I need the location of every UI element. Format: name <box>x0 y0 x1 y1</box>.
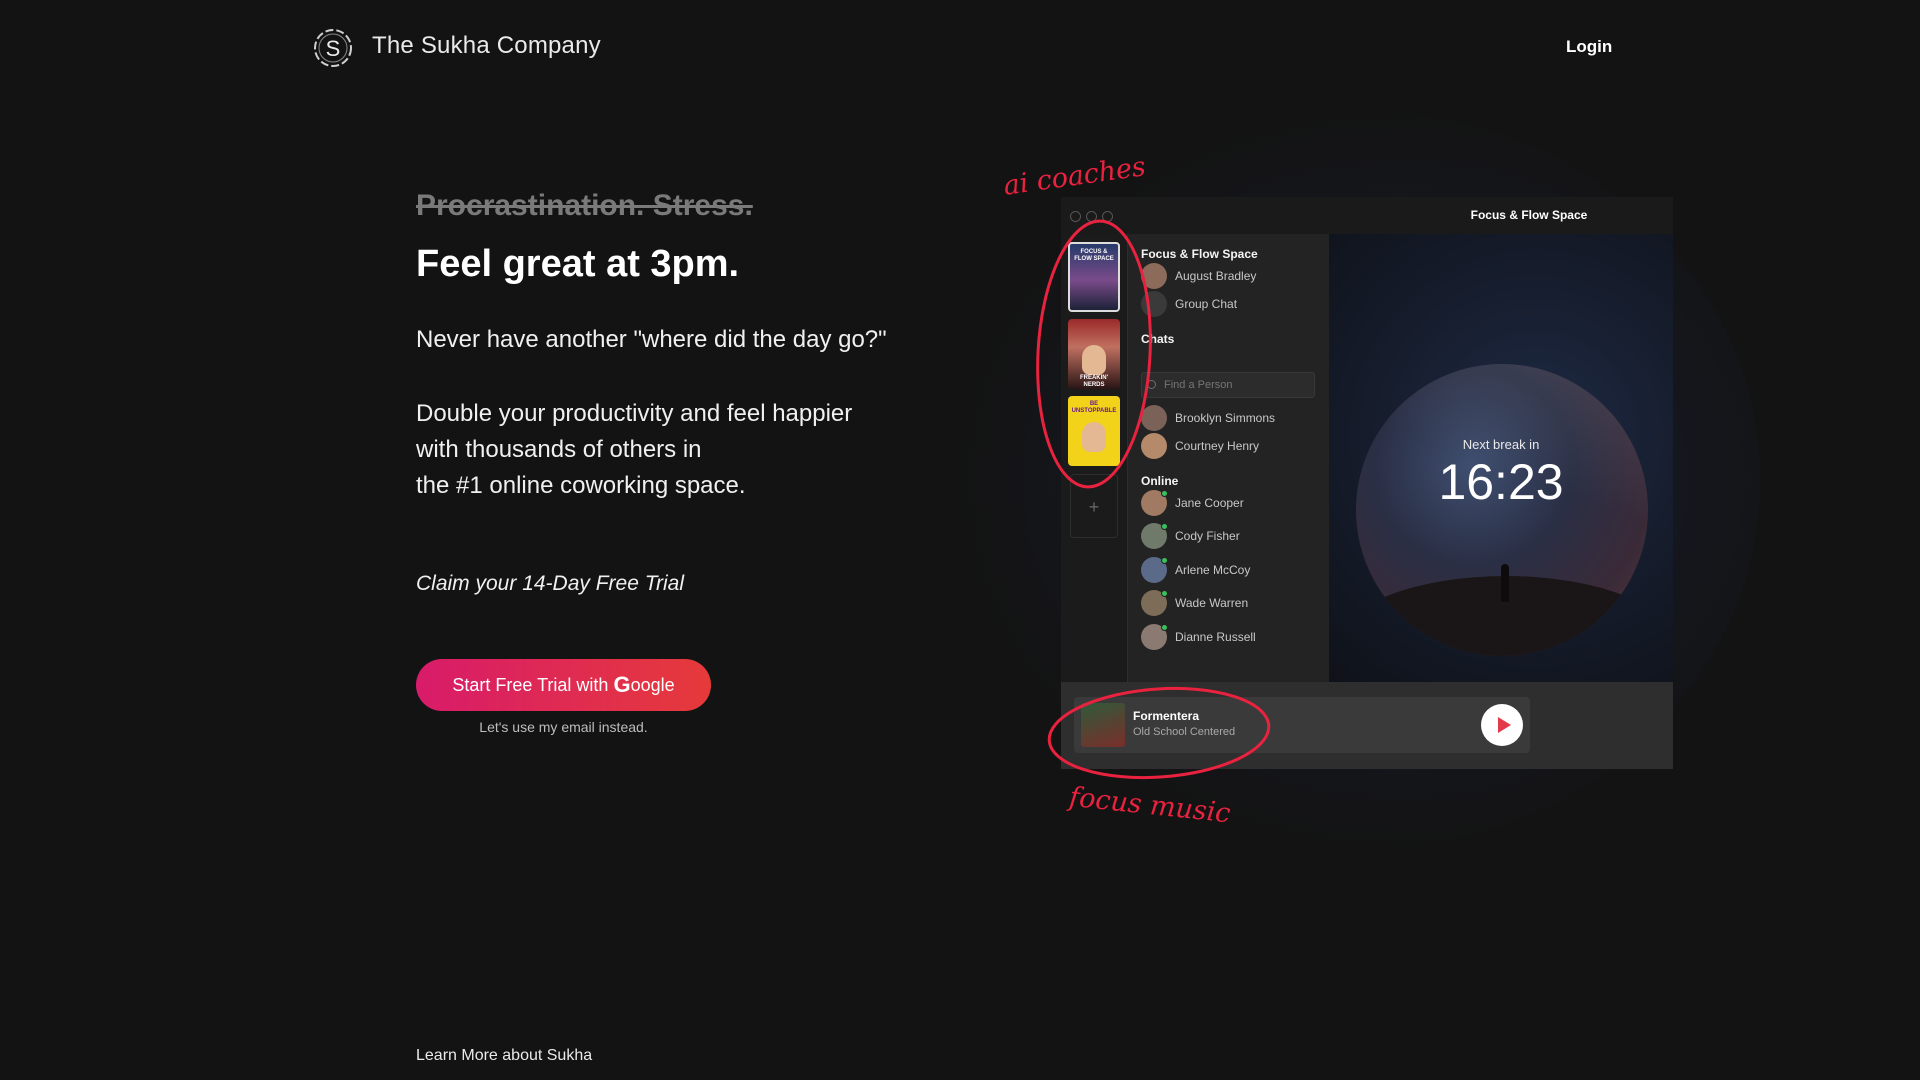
online-status-icon <box>1161 523 1168 530</box>
trial-claim-text: Claim your 14-Day Free Trial <box>416 572 685 595</box>
chat-item[interactable]: Brooklyn Simmons <box>1141 404 1275 432</box>
play-button[interactable] <box>1481 704 1523 746</box>
coach-rail: FOCUS & FLOW SPACE FREAKIN' NERDS BE UNS… <box>1061 234 1127 682</box>
add-space-button[interactable]: + <box>1070 474 1118 538</box>
next-break-label: Next break in <box>1462 437 1540 452</box>
svg-text:S: S <box>326 36 341 61</box>
online-status-icon <box>1161 590 1168 597</box>
person-silhouette <box>1501 564 1509 602</box>
person-name: Group Chat <box>1175 297 1238 311</box>
avatar <box>1141 405 1167 431</box>
focus-stage: Next break in 16:23 <box>1329 234 1673 682</box>
online-user[interactable]: Wade Warren <box>1141 589 1248 617</box>
hero-subheading: Never have another "where did the day go… <box>416 326 887 353</box>
online-user[interactable]: Jane Cooper <box>1141 489 1244 517</box>
avatar <box>1141 263 1167 289</box>
avatar <box>1141 557 1168 583</box>
hero-body-line: with thousands of others in <box>416 436 702 463</box>
space-item-group-chat[interactable]: Group Chat <box>1141 290 1237 318</box>
coach-face-image <box>1082 345 1106 375</box>
music-player-card: Formentera Old School Centered <box>1074 697 1530 753</box>
coach-thumb-label: FREAKIN' NERDS <box>1079 375 1109 388</box>
online-user[interactable]: Cody Fisher <box>1141 522 1240 550</box>
person-name: Dianne Russell <box>1175 630 1256 644</box>
mockup-window-title: Focus & Flow Space <box>1470 208 1588 222</box>
person-name: Cody Fisher <box>1175 529 1240 543</box>
online-section-title: Online <box>1141 474 1179 488</box>
learn-more-link[interactable]: Learn More about Sukha <box>416 1047 592 1065</box>
music-player-bar: Formentera Old School Centered <box>1061 682 1673 769</box>
person-name: Wade Warren <box>1175 596 1249 610</box>
coach-thumb-focus-flow[interactable]: FOCUS & FLOW SPACE <box>1068 242 1120 312</box>
coach-thumb-label: FOCUS & FLOW SPACE <box>1074 249 1114 262</box>
online-status-icon <box>1161 557 1168 564</box>
chat-bubble-icon <box>1141 291 1167 317</box>
online-user[interactable]: Dianne Russell <box>1141 623 1256 651</box>
cta-suffix: oogle <box>630 674 675 695</box>
person-name: August Bradley <box>1175 269 1257 283</box>
window-dot-icon <box>1086 211 1097 222</box>
window-dot-icon <box>1102 211 1113 222</box>
coach-thumb-be-unstoppable[interactable]: BE UNSTOPPABLE <box>1068 396 1120 466</box>
cta-prefix: Start Free Trial with <box>452 674 609 695</box>
person-name: Brooklyn Simmons <box>1175 411 1276 425</box>
start-trial-google-button[interactable]: Start Free Trial with Google <box>416 659 711 711</box>
space-item-august-bradley[interactable]: August Bradley <box>1141 262 1256 290</box>
break-countdown: 16:23 <box>1438 454 1564 510</box>
member-list-panel: Focus & Flow Space August Bradley Group … <box>1127 234 1329 682</box>
window-dot-icon <box>1070 211 1081 222</box>
track-title: Formentera <box>1133 709 1200 723</box>
struck-problems-text: Procrastination. Stress. <box>416 189 753 222</box>
avatar <box>1141 624 1168 650</box>
find-person-input[interactable] <box>1141 372 1315 398</box>
coach-thumb-label: BE UNSTOPPABLE <box>1071 401 1117 414</box>
google-g-icon: G <box>613 672 631 697</box>
login-link[interactable]: Login <box>1566 37 1612 57</box>
hero-body: Double your productivity and feel happie… <box>416 396 936 504</box>
avatar <box>1141 433 1167 459</box>
hero-body-line: Double your productivity and feel happie… <box>416 400 853 427</box>
space-section-title: Focus & Flow Space <box>1141 247 1258 261</box>
chats-section-title: Chats <box>1141 332 1175 346</box>
mockup-titlebar: Focus & Flow Space <box>1061 197 1673 234</box>
use-email-link[interactable]: Let's use my email instead. <box>416 719 711 735</box>
track-artist: Old School Centered <box>1133 726 1236 738</box>
coach-thumb-freakin-nerds[interactable]: FREAKIN' NERDS <box>1068 319 1120 389</box>
hero-body-line: the #1 online coworking space. <box>416 472 746 499</box>
search-icon <box>1147 380 1156 389</box>
sukha-logo-icon[interactable]: S <box>311 26 355 70</box>
online-user[interactable]: Arlene McCoy <box>1141 556 1250 584</box>
hill-silhouette <box>1356 576 1648 656</box>
site-header: S The Sukha Company Login <box>0 0 1920 94</box>
person-name: Arlene McCoy <box>1175 563 1251 577</box>
avatar <box>1141 590 1168 616</box>
avatar <box>1141 490 1168 516</box>
app-mockup-window: Focus & Flow Space FOCUS & FLOW SPACE FR… <box>1061 197 1673 769</box>
hero-headline: Feel great at 3pm. <box>416 243 740 285</box>
person-name: Courtney Henry <box>1175 439 1260 453</box>
chat-item[interactable]: Courtney Henry <box>1141 432 1259 460</box>
brand-name[interactable]: The Sukha Company <box>372 32 601 60</box>
album-art-image <box>1081 703 1125 747</box>
coach-face-image <box>1082 422 1106 452</box>
online-status-icon <box>1161 490 1168 497</box>
avatar <box>1141 523 1168 549</box>
person-name: Jane Cooper <box>1175 496 1244 510</box>
online-status-icon <box>1161 624 1168 631</box>
